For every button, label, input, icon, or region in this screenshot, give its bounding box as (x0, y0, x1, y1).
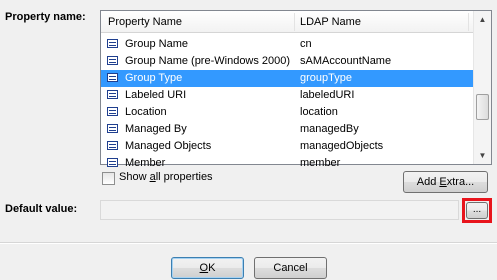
list-item[interactable]: Managed By managedBy (101, 121, 473, 138)
list-rows: Group Name cn Group Name (pre-Windows 20… (101, 34, 473, 168)
property-name-cell: Group Name (125, 38, 188, 50)
ldap-name-cell: location (300, 106, 338, 118)
property-name-cell: Location (125, 106, 167, 118)
list-item[interactable]: Location location (101, 104, 473, 121)
list-item[interactable]: Member member (101, 155, 473, 168)
attribute-icon (107, 90, 118, 99)
default-value-field[interactable] (100, 200, 459, 220)
show-all-properties-label[interactable]: Show all properties (119, 171, 213, 183)
property-name-cell: Managed Objects (125, 140, 212, 152)
attribute-icon (107, 56, 118, 65)
ldap-name-cell: member (300, 157, 341, 168)
ldap-name-cell: cn (300, 38, 312, 50)
property-name-cell: Group Name (pre-Windows 2000) (125, 55, 291, 67)
column-header-property-name[interactable]: Property Name (108, 11, 182, 33)
button-accelerator: O (199, 262, 209, 274)
list-item-selected[interactable]: Group Type groupType (101, 70, 473, 87)
column-header-ldap-name[interactable]: LDAP Name (300, 11, 361, 33)
ldap-name-cell: managedBy (300, 123, 359, 135)
ldap-name-cell: labeledURI (300, 89, 355, 101)
property-name-cell: Member (125, 157, 166, 168)
button-accelerator: E (439, 176, 447, 188)
button-text: xtra... (446, 176, 475, 188)
show-all-properties-checkbox[interactable] (102, 172, 115, 185)
property-list[interactable]: Property Name LDAP Name Group Name cn Gr… (100, 10, 492, 168)
list-item[interactable]: Group Name (pre-Windows 2000) sAMAccount… (101, 53, 473, 70)
property-name-cell: Group Type (125, 72, 183, 84)
list-item[interactable]: Group Name cn (101, 36, 473, 53)
attribute-icon (107, 158, 118, 167)
list-item[interactable]: Labeled URI labeledURI (101, 87, 473, 104)
scroll-down-icon[interactable]: ▼ (474, 147, 491, 164)
vertical-scrollbar[interactable]: ▲ ▼ (473, 11, 491, 164)
list-header: Property Name LDAP Name (101, 11, 473, 33)
button-text: K (208, 262, 216, 274)
column-separator[interactable] (468, 13, 469, 31)
label-text: Show (119, 171, 150, 183)
add-extra-button[interactable]: Add Extra... (403, 171, 488, 193)
attribute-icon (107, 124, 118, 133)
separator (0, 242, 497, 243)
attribute-icon (107, 73, 118, 82)
property-name-cell: Labeled URI (125, 89, 187, 101)
attribute-icon (107, 141, 118, 150)
ldap-name-cell: sAMAccountName (300, 55, 392, 67)
label-text: ll properties (155, 171, 213, 183)
ldap-name-cell: managedObjects (300, 140, 384, 152)
scroll-up-icon[interactable]: ▲ (474, 11, 491, 28)
column-separator[interactable] (294, 13, 295, 31)
attribute-icon (107, 39, 118, 48)
cancel-button[interactable]: Cancel (254, 257, 327, 279)
attribute-icon (107, 107, 118, 116)
button-text: Add (416, 176, 440, 188)
list-item[interactable]: Managed Objects managedObjects (101, 138, 473, 155)
property-name-cell: Managed By (125, 123, 187, 135)
ldap-name-cell: groupType (300, 72, 352, 84)
ok-button[interactable]: OK (171, 257, 244, 279)
highlight-box (462, 198, 492, 223)
default-value-label: Default value: (5, 203, 78, 215)
scrollbar-thumb[interactable] (476, 94, 489, 120)
property-name-label: Property name: (5, 11, 86, 23)
